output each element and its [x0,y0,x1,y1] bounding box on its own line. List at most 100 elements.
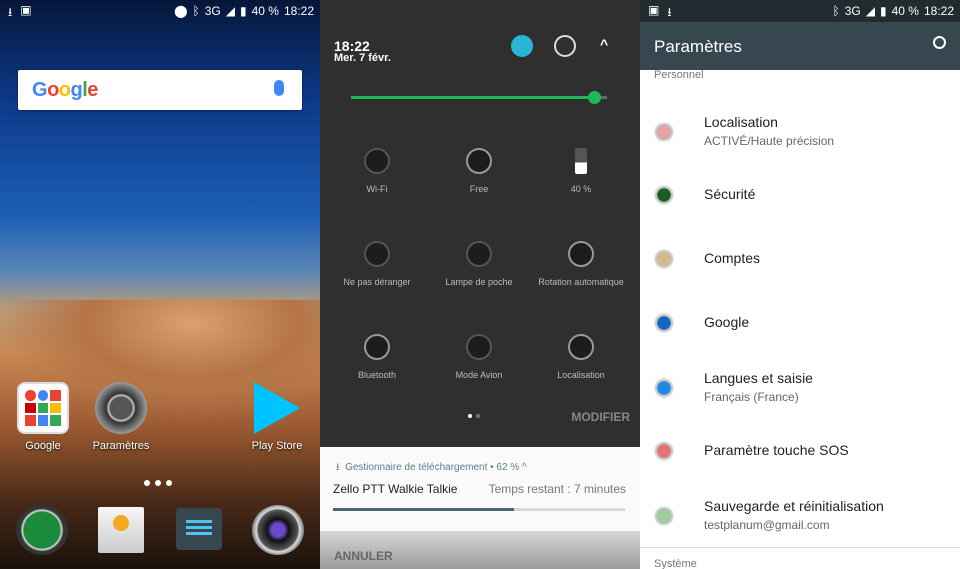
clock: 18:22 [923,4,954,18]
tile-rotation[interactable]: Rotation automatique [531,241,631,287]
section-header: Personnel [654,69,704,81]
comptes-icon [654,249,674,269]
sos-icon [654,441,674,461]
brightness-slider[interactable] [351,91,607,104]
item-title: Sauvegarde et réinitialisation [704,498,884,514]
item-title: Google [704,314,750,330]
settings-icon[interactable] [554,35,576,57]
wifi-icon [364,148,390,174]
tile-airplane[interactable]: Mode Avion [429,334,529,380]
google-folder-icon [17,382,69,434]
network-type: 3G [204,4,221,18]
battery-icon: ▮ [880,4,887,18]
item-title: Localisation [704,114,778,130]
qs-header: 18:22 Mer. 7 févr. [334,38,391,64]
contacts-icon[interactable] [98,507,144,553]
tile-wifi[interactable]: Wi-Fi [327,148,427,194]
toolbar: Paramètres [640,22,960,70]
signal-icon: ◢ [225,4,235,18]
tile-do-not-disturb[interactable]: Ne pas déranger [327,241,427,287]
download-notification[interactable]: ⭳ Gestionnaire de téléchargement • 62 % … [320,447,640,531]
bluetooth-icon: ᛒ [192,4,200,18]
tile-label: Rotation automatique [538,277,624,287]
location-icon: ⬤ [174,4,188,18]
tile-flashlight[interactable]: Lampe de poche [429,241,529,287]
do-not-disturb-icon [364,241,390,267]
airplane-icon [466,334,492,360]
sim-icon [466,148,492,174]
tile-location[interactable]: Localisation [531,334,631,380]
item-title: Langues et saisie [704,370,813,386]
google-search-bar[interactable]: Google [18,70,302,110]
google-logo: Google [32,79,98,101]
tile-label: 40 % [570,184,592,194]
tile-label: Free [469,184,489,194]
google-icon [654,313,674,333]
qs-date: Mer. 7 févr. [334,52,391,64]
notif-header: ⭳ Gestionnaire de téléchargement • 62 % … [336,460,527,477]
download-icon: ⭳ [667,5,672,19]
tile-label: Ne pas déranger [343,277,411,287]
item-subtitle: ACTIVÉ/Haute précision [704,134,835,148]
brightness-knob[interactable] [588,91,602,104]
download-icon: ⭳ [336,462,340,473]
app-label: Play Store [251,440,303,452]
item-subtitle: Français (France) [704,390,799,404]
langues-icon [654,378,674,398]
tile-bluetooth[interactable]: Bluetooth [327,334,427,380]
modifier-button[interactable]: MODIFIER [571,410,630,424]
collapse-chevron-icon[interactable]: ^ [600,36,608,52]
app-play-store[interactable]: Play Store [237,382,317,452]
mic-icon[interactable] [274,80,284,96]
tile-sim[interactable]: Free [429,148,529,194]
item-title: Comptes [704,250,761,266]
location-icon [568,334,594,360]
settings-screen: ▣ ⭳ ᛒ 3G ◢ ▮ 40 % 18:22 Paramètres Personnel L… [640,0,960,569]
page-indicator [144,480,172,486]
signal-icon: ◢ [865,4,875,18]
status-bar: ⭳ ▣ ⬤ ᛒ 3G ◢ ▮ 40 % 18:22 [0,0,320,22]
app-label: Paramètres [92,440,150,452]
flashlight-icon [466,241,492,267]
search-icon[interactable] [933,36,946,49]
securite-icon [654,185,674,205]
qs-page-indicator [468,414,480,418]
phone-icon[interactable] [16,505,68,555]
item-title: Sécurité [704,186,756,202]
image-icon: ▣ [20,3,32,17]
app-parametres[interactable]: Paramètres [81,382,161,452]
download-icon: ⭳ [8,5,13,19]
image-icon: ▣ [648,3,660,17]
battery-icon [575,148,587,174]
bluetooth-icon: ᛒ [832,4,840,18]
section-header: Système [654,558,697,569]
battery-level: 40 % [891,4,919,18]
tile-label: Lampe de poche [445,277,513,287]
annuler-button[interactable]: ANNULER [334,549,393,563]
battery-level: 40 % [251,4,279,18]
tile-label: Bluetooth [357,370,397,380]
tile-label: Mode Avion [455,370,503,380]
download-progress [333,508,625,511]
app-google-folder[interactable]: Google [3,382,83,452]
item-subtitle: testplanum@gmail.com [704,518,830,532]
bluetooth-icon [364,334,390,360]
tile-label: Localisation [557,370,605,380]
divider [640,547,960,548]
tile-label: Wi-Fi [366,184,388,194]
camera-icon[interactable] [252,505,304,555]
user-icon[interactable] [511,35,533,57]
page-title: Paramètres [654,37,742,56]
notif-app: Gestionnaire de téléchargement • 62 % ^ [345,462,527,473]
quick-settings-panel: 18:22 Mer. 7 févr. ^ Wi-Fi Free 40 % Ne pas… [320,0,640,569]
notif-remaining: Temps restant : 7 minutes [488,482,626,496]
settings-icon [95,382,147,434]
home-screen: ⭳ ▣ ⬤ ᛒ 3G ◢ ▮ 40 % 18:22 Google Google Paramèt… [0,0,320,569]
play-store-icon [254,382,300,434]
tile-battery[interactable]: 40 % [531,148,631,194]
messages-icon[interactable] [176,508,222,550]
localisation-icon [654,122,674,142]
item-title: Paramètre touche SOS [704,442,849,458]
notif-title: Zello PTT Walkie Talkie [333,482,458,496]
clock: 18:22 [283,4,314,18]
